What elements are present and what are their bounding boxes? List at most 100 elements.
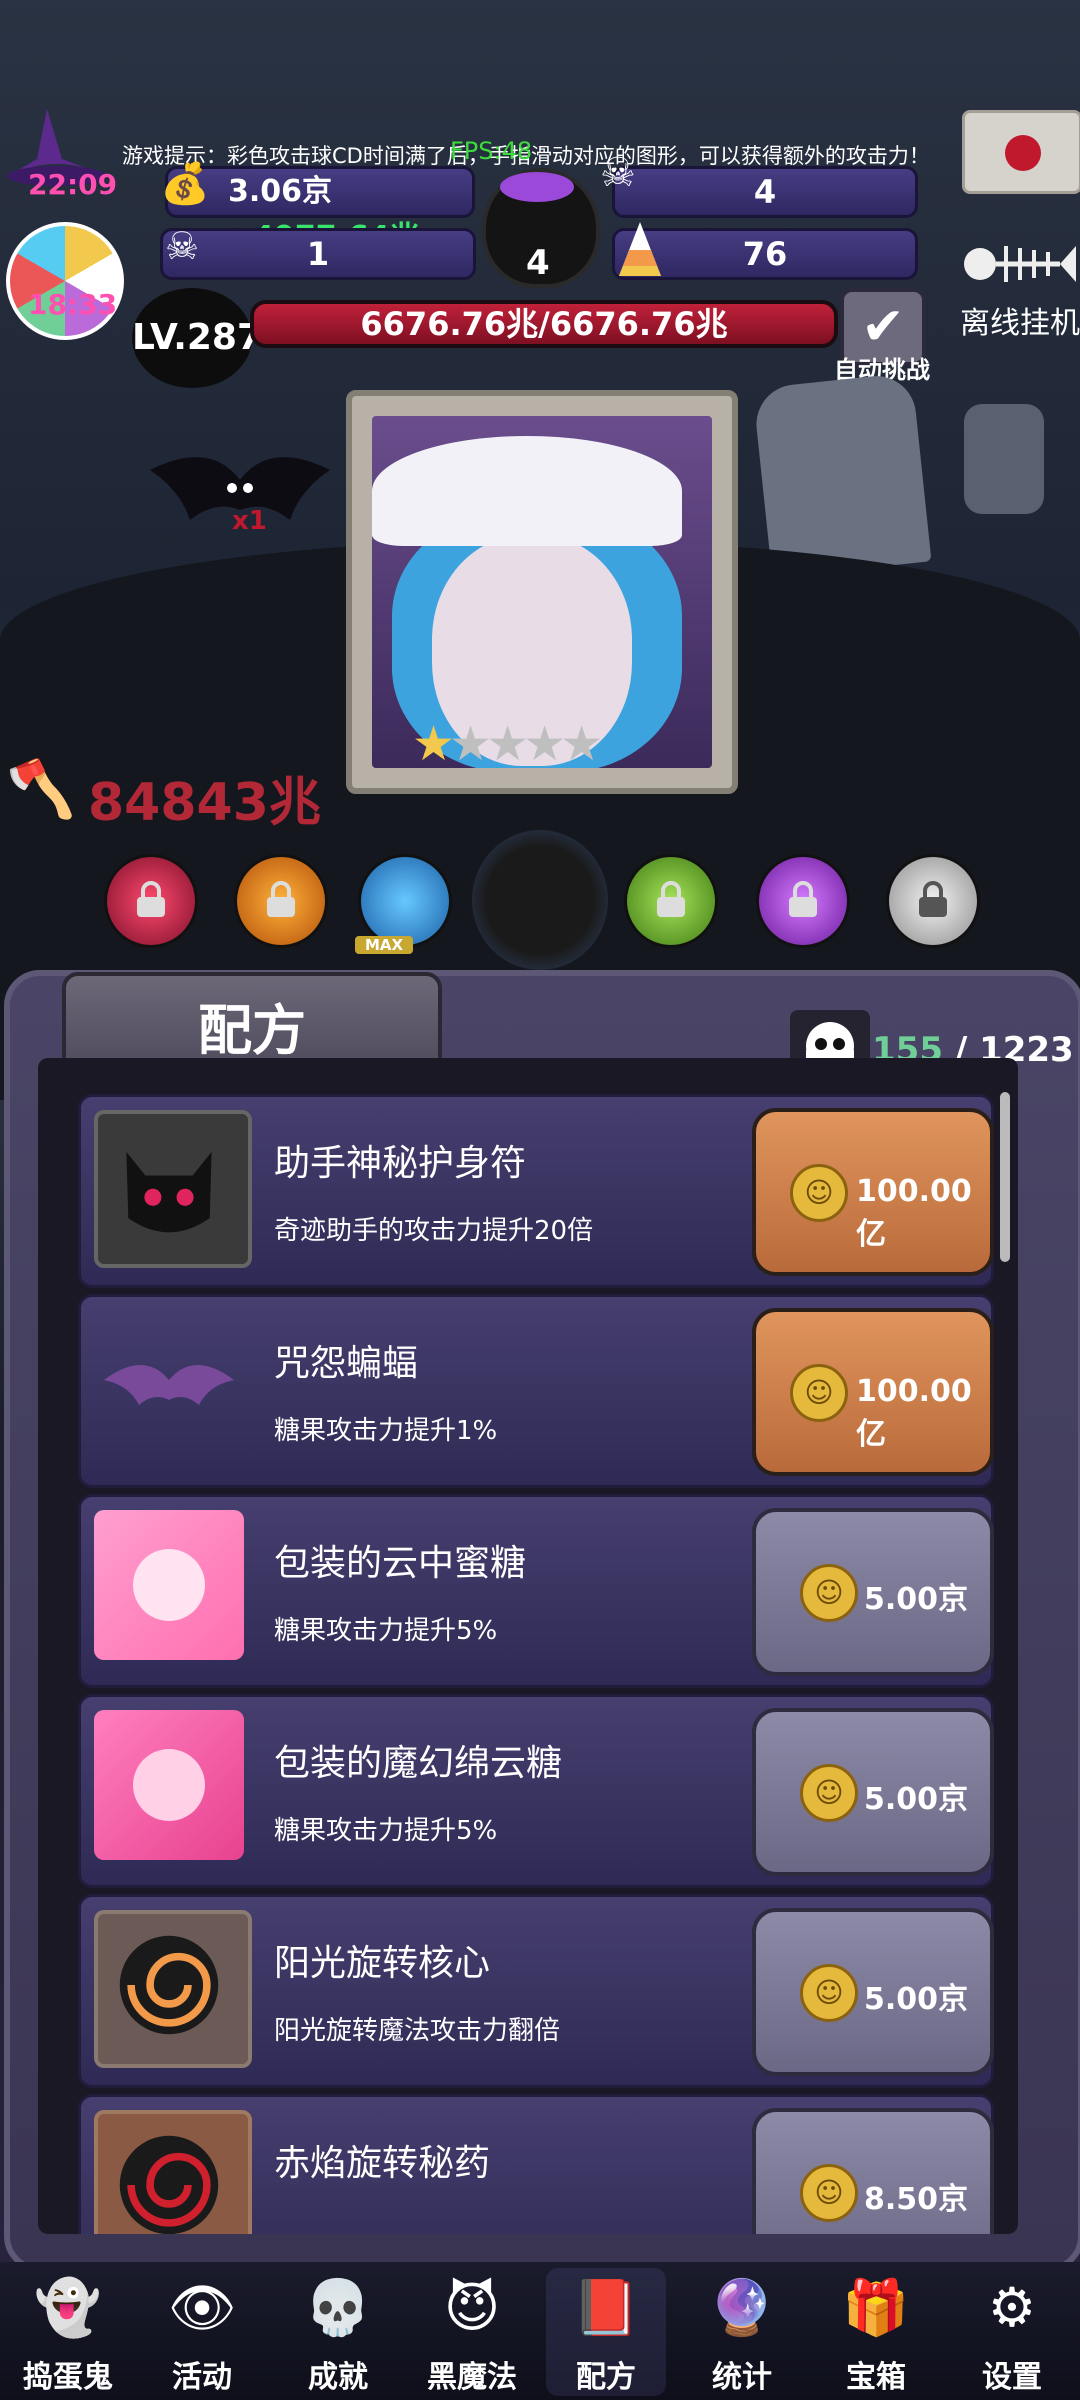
ghost-icon: 👻	[34, 2276, 102, 2339]
nav-label: 活动	[172, 2360, 232, 2395]
eyeball-pot-icon: 👁	[167, 2276, 237, 2339]
offline-idle-button[interactable]: 离线挂机	[960, 298, 1080, 342]
black-cat-amulet-icon	[94, 1110, 252, 1268]
orb-red-locked[interactable]	[104, 854, 198, 948]
nav-events[interactable]: 👁 活动	[142, 2268, 262, 2396]
nav-label: 统计	[712, 2360, 772, 2395]
pumpkin-coin-icon: ☺	[800, 1564, 858, 1622]
buy-button[interactable]: ☺ 5.00京	[752, 1708, 994, 1876]
hat-timer: 22:09	[28, 168, 118, 201]
nav-recipe[interactable]: 📕 配方	[546, 2268, 666, 2396]
buy-button[interactable]: ☺ 100.00亿	[752, 1108, 994, 1276]
nav-label: 设置	[982, 2360, 1042, 2395]
crystal-ball-icon: 🔮	[708, 2276, 776, 2339]
tombstone-small	[964, 404, 1044, 514]
recipe-row: 咒怨蝙蝠 糖果攻击力提升1% ☺ 100.00亿	[38, 1294, 1018, 1488]
orb-orange-locked[interactable]	[234, 854, 328, 948]
boss-hat	[372, 436, 682, 546]
recipe-name: 赤焰旋转秘药	[274, 2143, 491, 2184]
buy-button[interactable]: ☺ 8.50京	[752, 2108, 994, 2234]
player-level: LV.287	[132, 288, 262, 388]
gift-chest-icon: 🎁	[842, 2276, 910, 2339]
gold-amount: 3.06京	[228, 174, 333, 209]
recipe-row: 助手神秘护身符 奇迹助手的攻击力提升20倍 ☺ 100.00亿	[38, 1094, 1018, 1288]
recipe-row: 阳光旋转核心 阳光旋转魔法攻击力翻倍 ☺ 5.00京	[38, 1894, 1018, 2088]
recipe-name: 包装的云中蜜糖	[274, 1543, 527, 1584]
skull-trophy-icon: 💀	[304, 2276, 372, 2339]
lock-icon	[789, 881, 817, 917]
recipe-row: 包装的云中蜜糖 糖果攻击力提升5% ☺ 5.00京	[38, 1494, 1018, 1688]
max-badge: MAX	[355, 936, 414, 954]
nav-settings[interactable]: ⚙ 设置	[952, 2268, 1072, 2396]
skull-count: 4	[753, 173, 777, 211]
recipe-price: 5.00京	[864, 1982, 969, 2017]
purple-bat-icon	[104, 1365, 234, 1405]
nav-label: 宝箱	[846, 2360, 906, 2395]
nav-label: 捣蛋鬼	[23, 2360, 113, 2395]
recipe-price: 8.50京	[864, 2182, 969, 2217]
cauldron-brew	[500, 172, 574, 202]
bat-multiplier: x1	[232, 506, 267, 536]
recipe-row: 赤焰旋转秘药 ☺ 8.50京	[38, 2094, 1018, 2234]
nav-chest[interactable]: 🎁 宝箱	[816, 2268, 936, 2396]
boss-star-rating: ★★★★★	[412, 716, 603, 768]
lock-icon	[137, 881, 165, 917]
nav-trickster[interactable]: 👻 捣蛋鬼	[8, 2268, 128, 2396]
pumpkin-coin-icon: ☺	[790, 1364, 848, 1422]
cotton-candy-icon	[94, 1710, 244, 1860]
candy-corn-count: 76	[742, 235, 788, 273]
recipe-name: 阳光旋转核心	[274, 1943, 491, 1984]
recipe-name: 包装的魔幻绵云糖	[274, 1743, 563, 1784]
recipe-list[interactable]: 助手神秘护身符 奇迹助手的攻击力提升20倍 ☺ 100.00亿 咒怨蝙蝠 糖果攻…	[38, 1058, 1018, 2234]
flame-swirl-icon	[94, 2110, 252, 2234]
nav-black-magic[interactable]: 😈 黑魔法	[412, 2268, 532, 2396]
candy-corn-icon	[619, 222, 661, 276]
pumpkin-coin-icon: ☺	[800, 2164, 858, 2222]
recipe-price: 5.00京	[864, 1782, 969, 1817]
recipe-name: 助手神秘护身符	[274, 1143, 527, 1184]
recipe-scrollbar[interactable]	[1000, 1092, 1010, 1262]
nav-stats[interactable]: 🔮 统计	[682, 2268, 802, 2396]
skull-potion-icon: ☠	[600, 150, 636, 196]
recipe-row: 包装的魔幻绵云糖 糖果攻击力提升5% ☺ 5.00京	[38, 1694, 1018, 1888]
nav-achievements[interactable]: 💀 成就	[278, 2268, 398, 2396]
buy-button[interactable]: ☺ 100.00亿	[752, 1308, 994, 1476]
buy-button[interactable]: ☺ 5.00京	[752, 1508, 994, 1676]
orb-purple-locked[interactable]	[756, 854, 850, 948]
damage-value: 84843兆	[88, 773, 321, 833]
lock-icon	[919, 881, 947, 917]
nav-label: 配方	[576, 2360, 636, 2395]
black-cat-icon: 😈	[443, 2276, 501, 2339]
hp-bar: 6676.76兆/6676.76兆	[250, 300, 838, 348]
orb-blue-max[interactable]	[358, 854, 452, 948]
cauldron-count: 4	[526, 243, 550, 283]
recipe-desc: 阳光旋转魔法攻击力翻倍	[274, 2016, 561, 2046]
lock-icon	[267, 881, 295, 917]
recipe-price: 5.00京	[864, 1582, 969, 1617]
mail-icon[interactable]	[962, 110, 1080, 194]
cloud-candy-icon	[94, 1510, 244, 1660]
boss-portrait[interactable]: ★★★★★	[346, 390, 738, 794]
spellbook-icon: 📕	[572, 2276, 640, 2339]
nav-label: 成就	[308, 2360, 368, 2395]
gear-icon: ⚙	[987, 2276, 1037, 2339]
tombstone	[752, 372, 932, 578]
gold-bag-icon: 💰	[160, 161, 210, 207]
lock-icon	[657, 881, 685, 917]
recipe-desc: 糖果攻击力提升1%	[274, 1416, 498, 1446]
candy-clock-icon[interactable]	[6, 222, 124, 340]
orb-green-locked[interactable]	[624, 854, 718, 948]
axe-icon: 🪓	[6, 757, 76, 822]
orb-white-locked[interactable]	[886, 854, 980, 948]
bomb-count: 1	[306, 235, 330, 273]
recipe-price: 100.00亿	[856, 1374, 972, 1452]
buy-button[interactable]: ☺ 5.00京	[752, 1908, 994, 2076]
orb-black-selected[interactable]	[472, 830, 608, 970]
pumpkin-coin-icon: ☺	[800, 1964, 858, 2022]
recipe-desc: 奇迹助手的攻击力提升20倍	[274, 1216, 594, 1246]
pumpkin-coin-icon: ☺	[790, 1164, 848, 1222]
fish-bone-icon[interactable]	[960, 236, 1078, 292]
pumpkin-coin-icon: ☺	[800, 1764, 858, 1822]
recipe-name: 咒怨蝙蝠	[274, 1343, 419, 1384]
skull-bow-icon: ☠	[165, 224, 200, 268]
